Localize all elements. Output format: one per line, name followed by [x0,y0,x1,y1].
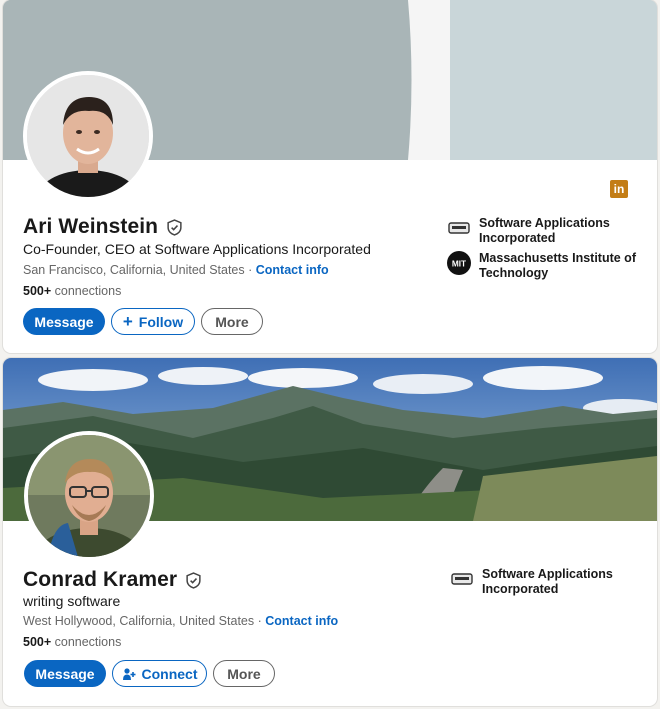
message-button[interactable]: Message [23,308,105,335]
connect-button[interactable]: Connect [112,660,207,687]
location-text: West Hollywood, California, United State… [23,614,255,628]
message-button[interactable]: Message [24,660,106,687]
profile-headline: writing software [23,593,121,609]
experience-org[interactable]: Software Applications Incorporated [450,567,642,597]
location-text: San Francisco, California, United States [23,263,245,277]
connections-count[interactable]: 500+ connections [23,635,121,649]
linkedin-icon: in [610,180,628,198]
connect-label: Connect [141,665,198,682]
svg-text:MIT: MIT [452,259,466,269]
connections-label: connections [51,635,122,649]
connections-label: connections [51,284,122,298]
separator-dot: · [254,614,266,628]
chip-logo-icon [450,567,474,591]
experience-org[interactable]: Software Applications Incorporated [447,216,639,246]
profile-photo-ari[interactable] [23,71,153,201]
profile-photo-conrad[interactable] [24,431,154,561]
chip-logo-icon [447,216,471,240]
profile-name: Conrad Kramer [23,568,178,591]
connections-number: 500+ [23,284,52,298]
profile-name: Ari Weinstein [23,215,159,238]
plus-icon: + [122,312,133,331]
more-button[interactable]: More [201,308,263,335]
profile-card-conrad: Conrad Kramer writing software West Holl… [3,358,657,706]
add-person-icon [122,667,135,680]
follow-button[interactable]: + Follow [111,308,195,335]
profile-card-ari: in Ari Weinstein Co-Founder, CEO at Soft… [3,0,657,353]
location-row: San Francisco, California, United States… [23,263,329,277]
verified-shield-icon[interactable] [185,571,202,589]
follow-label: Follow [138,313,184,330]
connections-count[interactable]: 500+ connections [23,284,121,298]
more-button[interactable]: More [213,660,275,687]
org-label: Software Applications Incorporated [479,216,610,245]
location-row: West Hollywood, California, United State… [23,614,338,628]
org-label: Massachusetts Institute of Technology [479,251,636,280]
contact-info-link[interactable]: Contact info [256,263,329,277]
org-label: Software Applications Incorporated [482,567,613,596]
contact-info-link[interactable]: Contact info [265,614,338,628]
verified-shield-icon[interactable] [166,218,183,236]
mit-logo-icon: MIT [447,251,471,275]
separator-dot: · [244,263,256,277]
connections-number: 500+ [23,635,52,649]
profile-headline: Co-Founder, CEO at Software Applications… [23,241,371,257]
education-org[interactable]: MIT Massachusetts Institute of Technolog… [447,251,639,281]
